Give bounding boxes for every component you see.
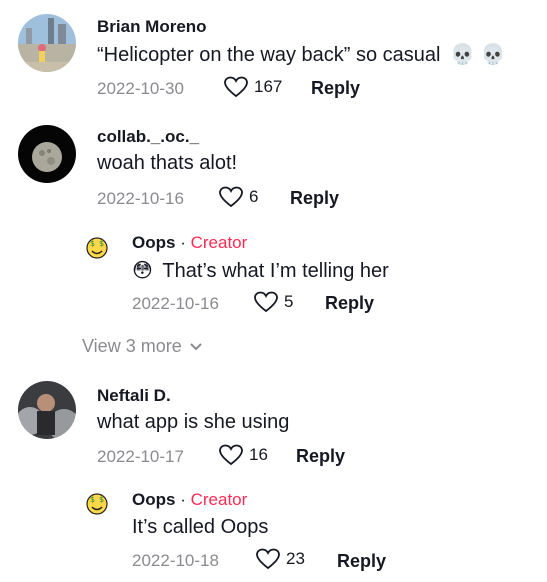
creator-avatar[interactable]: $ $ bbox=[84, 234, 110, 260]
comment-text: woah thats alot! bbox=[97, 152, 238, 174]
like-count: 6 bbox=[249, 187, 259, 206]
like-button[interactable]: 23 bbox=[256, 548, 305, 570]
heart-icon bbox=[219, 186, 243, 208]
reply-button[interactable]: Reply bbox=[296, 446, 345, 467]
flushed-emoji: 😳 bbox=[132, 260, 153, 282]
chevron-down-icon bbox=[190, 342, 202, 350]
comment-text: what app is she using bbox=[97, 411, 290, 433]
comment-text: It’s called Oops bbox=[132, 516, 269, 538]
comment-text-body: “Helicopter on the way back” so casual bbox=[97, 44, 441, 66]
like-button[interactable]: 167 bbox=[224, 76, 282, 98]
like-count: 16 bbox=[249, 445, 268, 464]
reply-button[interactable]: Reply bbox=[311, 78, 360, 99]
svg-text:$: $ bbox=[99, 239, 104, 248]
comment-text: “Helicopter on the way back” so casual 💀… bbox=[97, 42, 505, 67]
username[interactable]: collab._.oc._ bbox=[97, 127, 199, 147]
username[interactable]: Neftali D. bbox=[97, 386, 171, 406]
like-count: 167 bbox=[254, 77, 283, 96]
comment-date: 2022-10-16 bbox=[132, 294, 219, 313]
reply-button[interactable]: Reply bbox=[290, 188, 339, 209]
comment-date: 2022-10-17 bbox=[97, 447, 184, 466]
creator-avatar[interactable]: $ $ bbox=[84, 490, 110, 516]
heart-icon bbox=[219, 444, 243, 466]
svg-text:$: $ bbox=[90, 239, 95, 248]
like-button[interactable]: 16 bbox=[219, 444, 268, 466]
view-more-label: View 3 more bbox=[82, 336, 182, 356]
comment-text: 😳 That’s what I’m telling her bbox=[132, 258, 389, 283]
like-count: 5 bbox=[284, 292, 294, 311]
reply-button[interactable]: Reply bbox=[325, 293, 374, 314]
svg-text:$: $ bbox=[90, 495, 95, 504]
creator-badge: Creator bbox=[190, 490, 248, 509]
avatar[interactable] bbox=[18, 381, 76, 439]
avatar[interactable] bbox=[18, 125, 76, 183]
comment-date: 2022-10-16 bbox=[97, 189, 184, 208]
view-more-replies-button[interactable]: View 3 more bbox=[82, 336, 202, 357]
username[interactable]: Oops bbox=[132, 490, 175, 509]
reply-username-row: Oops · Creator bbox=[132, 490, 247, 510]
like-count: 23 bbox=[286, 549, 305, 568]
like-button[interactable]: 6 bbox=[219, 186, 258, 208]
comment-text-body: That’s what I’m telling her bbox=[162, 260, 389, 282]
avatar[interactable] bbox=[18, 14, 76, 72]
heart-icon bbox=[256, 548, 280, 570]
svg-text:$: $ bbox=[99, 495, 104, 504]
reply-button[interactable]: Reply bbox=[337, 551, 386, 572]
username[interactable]: Oops bbox=[132, 233, 175, 252]
heart-icon bbox=[254, 291, 278, 313]
heart-icon bbox=[224, 76, 248, 98]
separator: · bbox=[180, 490, 186, 509]
username[interactable]: Brian Moreno bbox=[97, 17, 207, 37]
reply-username-row: Oops · Creator bbox=[132, 233, 247, 253]
creator-badge: Creator bbox=[190, 233, 248, 252]
separator: · bbox=[180, 233, 186, 252]
comment-date: 2022-10-30 bbox=[97, 79, 184, 98]
like-button[interactable]: 5 bbox=[254, 291, 293, 313]
comment-date: 2022-10-18 bbox=[132, 551, 219, 570]
skull-emoji: 💀 💀 bbox=[450, 44, 506, 66]
